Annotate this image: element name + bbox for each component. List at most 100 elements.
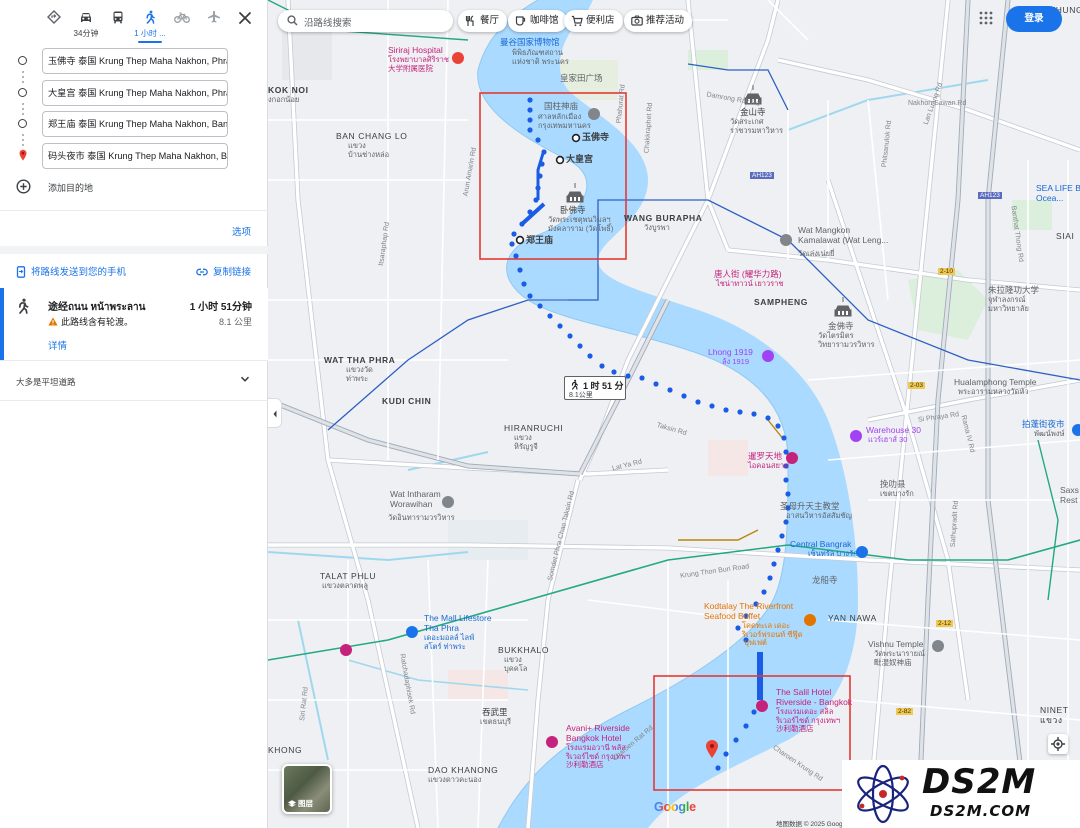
collapse-panel-button[interactable] [268,398,282,428]
camera-icon [631,15,643,26]
restaurant-icon[interactable] [804,614,816,626]
chevron-left-icon [273,410,277,418]
waypoint-input-3[interactable]: 郑王庙 泰国 Krung Thep Maha Nakhon, Bangkok [42,111,228,137]
search-placeholder: 沿路线搜索 [304,18,352,29]
hotel-icon[interactable] [340,644,352,656]
divider [0,210,268,211]
send-to-phone-link[interactable]: 将路线发送到您的手机 [16,264,126,279]
copy-link-button[interactable]: 复制链接 [196,264,251,278]
waypoint-input-2[interactable]: 大皇宫 泰国 Krung Thep Maha Nakhon, Phra [42,80,228,106]
hotel-icon[interactable] [756,700,768,712]
map-label: พระอารามหลวงวัดหัว [958,387,1029,396]
map-label: SIAI [1056,231,1075,241]
chip-cafes[interactable]: 咖啡馆 [508,10,567,32]
waypoint-input-4[interactable]: 码头夜市 泰国 Krung Thep Maha Nakhon, Bangkok [42,143,228,169]
copy-link-label: 复制链接 [212,267,251,278]
map-label[interactable]: Saxs Rest [1060,485,1079,506]
atom-logo-icon [857,764,909,824]
map-label[interactable]: 国柱神庙 [544,101,578,112]
map-label: ไอคอนสยาม [748,461,790,470]
callout-distance: 8.1公里 [569,392,593,399]
map-canvas[interactable]: Siriraj Hospital โรงพยาบาลศิริราช 大学附属医院… [268,0,1080,828]
map-label: พิพิธภัณฑสถาน แห่งชาติ พระนคร [512,48,569,66]
map-label: โรงแรมเดอะ สลิล ริเวอร์ไซด์ กรุงเทพฯ 沙利勒… [776,707,841,734]
map-label[interactable]: The Mall Lifestore Tha Phra [424,613,492,634]
map-label[interactable]: 龙船寺 [812,575,838,586]
landmark-icon[interactable] [1072,424,1080,436]
place-of-worship-icon[interactable] [932,640,944,652]
close-directions-button[interactable] [236,9,254,27]
airplane-icon [208,10,220,23]
my-location-button[interactable] [1048,734,1068,754]
watermark-text-small: DS2M.COM [930,802,1032,820]
route-details-link[interactable]: 详情 [48,338,67,352]
route-time-callout[interactable]: 1 时 51 分 8.1公里 [564,376,626,400]
sign-in-button[interactable]: 登录 [1006,6,1062,32]
google-logo-text: Google [654,800,696,814]
map-label: เขตธนบุรี [480,717,512,726]
map-label: วัดสระเกศ ราชวรมหาวิหาร [730,117,784,135]
send-to-phone-icon [16,266,26,279]
highway-shield: 2-10 [938,268,956,276]
layers-label: 图层 [298,799,313,808]
watermark-logo: DS2M DS2M.COM [842,760,1080,828]
chip-convenience-stores[interactable]: 便利店 [564,10,623,32]
map-label[interactable]: Wat Intharam Worawihan [390,489,441,510]
place-of-worship-icon[interactable] [780,234,792,246]
landmark-icon[interactable] [850,430,862,442]
map-label: เขตบางรัก [880,489,914,498]
destination-pin-icon [19,149,27,161]
map-label: HIRANRUCHI [504,423,564,433]
map-label: แขวง บุคคโล [504,655,528,673]
map-label[interactable]: Kodtalay The Riverfront Seafood Buffet [704,601,793,622]
chip-label: 推荐活动 [646,15,685,26]
chip-things-to-do[interactable]: 推荐活动 [624,10,693,32]
mode-car[interactable]: 34分钟 [70,6,102,40]
map-label-grand-palace[interactable]: 大皇宫 [566,154,593,164]
map-label[interactable]: Wat Mangkon Kamalawat (Wat Leng... [798,225,888,246]
search-along-route-input[interactable]: 沿路线搜索 [278,10,453,32]
search-icon [287,15,298,26]
shopping-icon[interactable] [406,626,418,638]
road-label: Nakhon Sawan Rd [908,100,967,107]
map-label: วัดพระเชตุพนวิมลฯ มังคลาราม (วัดโพธิ์) [548,215,614,233]
hospital-icon[interactable] [452,52,464,64]
landmark-icon[interactable] [762,350,774,362]
add-circle-icon [16,179,31,194]
route-warning-text: 此路线含有轮渡。 [61,317,134,327]
hotel-icon[interactable] [546,736,558,748]
add-destination-button[interactable]: 添加目的地 [14,178,214,196]
map-label[interactable]: Avani+ Riverside Bangkok Hotel [566,723,630,744]
map-label: วัดพระนารายณ์ 毗湿奴神庙 [874,649,926,667]
layers-button[interactable]: 图层 [282,764,332,814]
map-label[interactable]: 曼谷国家博物馆 [500,37,560,48]
map-label: KUDI CHIN [382,396,432,406]
map-label: จุฬาลงกรณ์ มหาวิทยาลัย [988,295,1029,313]
options-button[interactable]: 选项 [232,224,251,238]
map-label[interactable]: The Salil Hotel Riverside - Bangkok [776,687,852,708]
chip-label: 便利店 [586,15,615,26]
walking-icon [18,298,29,314]
close-icon [239,12,251,24]
map-label-jade-buddha[interactable]: 玉佛寺 [582,132,609,142]
expand-elevation-button[interactable] [239,372,251,390]
mode-flight[interactable] [198,6,230,40]
restaurant-icon [465,15,474,26]
route-option-card[interactable]: 途经ถนน หน้าพระลาน 1 小时 51分钟 此路线含有轮渡。 8.1 … [0,288,268,360]
map-label[interactable]: SEA LIFE B... Ocea... [1036,183,1080,204]
mode-bike[interactable] [166,6,198,40]
map-label: NINET แขวง [1040,705,1069,725]
route-via-text: 途经ถนน หน้าพระลาน [48,302,146,313]
mode-walk[interactable]: 1 小时 ... [134,6,166,43]
google-apps-button[interactable] [978,10,996,28]
map-label: วัดเล่งเน่ยยี่ [798,249,835,258]
waypoint-input-1[interactable]: 玉佛寺 泰国 Krung Thep Maha Nakhon, Phra [42,48,228,74]
chip-restaurants[interactable]: 餐厅 [458,10,508,32]
map-label: วัดอินทารามวรวิหาร [388,513,455,522]
map-label: ล้ง 1919 [722,357,750,366]
map-label[interactable]: 皇家田广场 [560,73,603,84]
walking-icon [571,379,579,390]
place-of-worship-icon[interactable] [442,496,454,508]
map-attribution: 地图数据 © 2025 Google [776,821,848,828]
map-label-wat-arun[interactable]: 郑王庙 [526,235,553,245]
